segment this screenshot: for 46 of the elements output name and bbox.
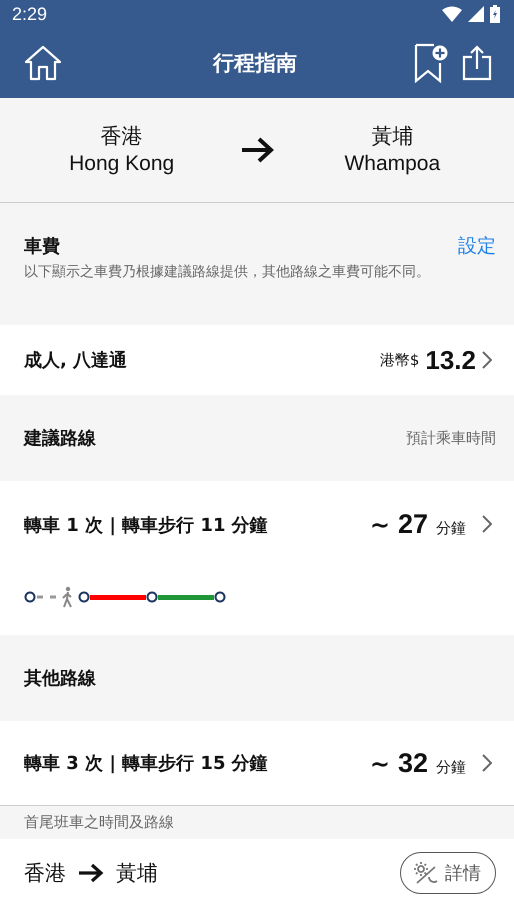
share-icon[interactable] [462,45,492,81]
duration-unit: 分鐘 [436,519,466,538]
settings-link[interactable]: 設定 [458,233,496,259]
arrow-icon [240,137,274,163]
route-summary: 轉車 1 次 | 轉車步行 11 分鐘 [24,514,268,536]
station-icon [214,591,226,603]
currency-label: 港幣$ [380,350,420,370]
chevron-icon [482,754,492,772]
duration-unit: 分鐘 [436,758,466,776]
approx-sign: ~ [370,750,390,778]
screen-title: 行程指南 [213,50,297,77]
fare-amount: 13.2 [425,344,476,376]
battery-icon [490,5,500,23]
section-heading: 首尾班車之時間及路線 [24,813,174,832]
duration-value: 32 [398,748,428,778]
details-button[interactable]: 詳情 [400,852,496,894]
bookmark-add-icon[interactable] [414,43,448,83]
passenger-type: 成人, 八達通 [24,349,128,372]
destination-name: 黃埔 [371,124,414,150]
station-icon [24,591,36,603]
station-icon [146,591,158,603]
section-heading: 其他路線 [24,667,96,690]
wifi-icon [442,6,462,22]
arrow-icon [78,862,104,882]
fare-note: 以下顯示之車費乃根據建議路線提供，其他路線之車費可能不同。 [24,263,431,282]
fare-row[interactable]: 成人, 八達通 港幣$ 13.2 [0,325,514,395]
chevron-icon [482,515,492,533]
fare-heading: 車費 [24,235,60,258]
approx-sign: ~ [370,511,390,539]
origin-name: 香港 [100,124,143,150]
status-time: 2:29 [12,4,48,24]
route-summary: 轉車 3 次 | 轉車步行 15 分鐘 [24,752,268,775]
route-card[interactable]: 轉車 3 次 | 轉車步行 15 分鐘 ~ 32 分鐘 [0,721,514,805]
section-hint: 預計乘車時間 [406,428,496,448]
destination-name-english: Whampoa [344,151,440,177]
destination-name: 黃埔 [116,860,158,886]
origin-name: 香港 [24,860,66,886]
chevron-icon [482,351,492,369]
origin-name-english: Hong Kong [69,151,174,177]
station-icon [78,591,90,603]
signal-icon [468,6,484,22]
duration-value: 27 [398,509,428,540]
home-icon[interactable] [24,45,62,81]
section-heading: 建議路線 [24,427,96,450]
route-card[interactable]: 轉車 1 次 | 轉車步行 11 分鐘 ~ 27 分鐘 [0,481,514,635]
day-night-icon [413,860,439,884]
